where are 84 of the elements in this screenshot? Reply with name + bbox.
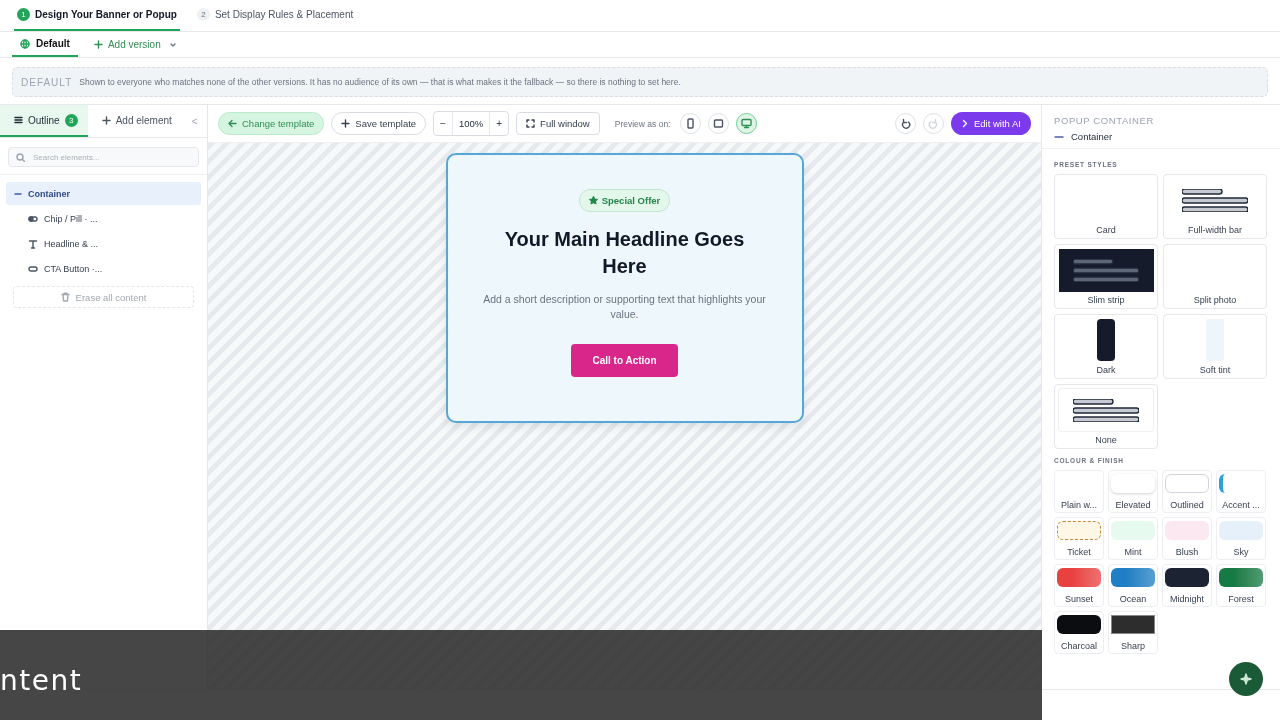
sparkle-icon	[1240, 673, 1252, 685]
device-button[interactable]	[736, 113, 758, 134]
preset-card[interactable]: Dark	[1054, 314, 1158, 379]
dash-icon	[1054, 134, 1064, 139]
expand-icon	[526, 119, 536, 128]
trash-icon	[60, 292, 70, 302]
device-button[interactable]	[708, 113, 730, 134]
finish-option[interactable]: Accent ...	[1216, 470, 1266, 513]
chevron-icon	[961, 119, 969, 128]
tablet-icon	[713, 118, 725, 129]
cta-button[interactable]: Call to Action	[571, 344, 678, 377]
add-version-button[interactable]: Add version	[93, 32, 177, 57]
text-icon	[28, 238, 38, 249]
redo-icon	[928, 118, 939, 129]
plus-icon	[93, 40, 103, 49]
popup-headline: Your Main Headline Goes Here	[503, 227, 746, 279]
finish-option[interactable]: Mint	[1108, 517, 1158, 560]
tree-item[interactable]: Container	[6, 182, 201, 205]
panel-title: POPUP CONTAINER	[1054, 115, 1155, 126]
preview-label: Preview as on:	[614, 118, 671, 129]
pill-icon	[28, 214, 38, 223]
popup-description: Add a short description or supporting text that highlights your value.	[482, 292, 767, 322]
dark-preview	[1097, 319, 1115, 361]
star-icon	[588, 196, 598, 205]
swatch	[1111, 474, 1155, 493]
preset-card[interactable]: Soft tint	[1163, 314, 1267, 379]
panel-tab[interactable]: Add element	[87, 105, 182, 137]
lines-icon	[1182, 188, 1248, 212]
tree-item[interactable]: CTA Button ·...	[6, 257, 201, 280]
search-field[interactable]: Search elements...	[8, 147, 199, 167]
caption-text: ntent	[0, 664, 83, 697]
offer-chip[interactable]: Special Offer	[578, 189, 671, 212]
info-text: Shown to everyone who matches none of the other versions. It has no audience of its own — that is what makes it the fallback — so there is nothing to set here.	[79, 77, 681, 87]
list-icon	[14, 116, 23, 124]
version-tab[interactable]: Default	[12, 32, 78, 57]
undo-button[interactable]	[895, 113, 916, 134]
step-tab[interactable]: 2 Set Display Rules & Placement	[193, 0, 357, 31]
phone-icon	[685, 118, 697, 129]
finish-option[interactable]: Sky	[1216, 517, 1266, 560]
finish-option[interactable]: Sunset	[1054, 564, 1104, 607]
tree-item[interactable]: Headline & ...	[6, 232, 201, 255]
undo-icon	[900, 118, 911, 129]
save-template-button[interactable]: Save template	[331, 112, 427, 135]
finish-option[interactable]: Elevated	[1108, 470, 1158, 513]
finish-option[interactable]: Midnight	[1162, 564, 1212, 607]
plus-icon	[101, 115, 111, 125]
button-icon	[28, 264, 38, 273]
finish-option[interactable]: Forest	[1216, 564, 1266, 607]
info-label: DEFAULT	[21, 76, 73, 88]
change-template-button[interactable]: Change template	[218, 112, 325, 135]
element-name: Container	[1071, 131, 1113, 142]
finish-option[interactable]: Ocean	[1108, 564, 1158, 607]
finish-option[interactable]: Charcoal	[1054, 611, 1104, 654]
preset-card[interactable]: Split photo	[1163, 244, 1267, 309]
zoom-out-button[interactable]: −	[434, 112, 452, 135]
lines-icon	[1073, 398, 1139, 422]
swatch	[1165, 474, 1209, 493]
lines-icon	[1073, 258, 1139, 282]
monitor-icon	[741, 118, 753, 129]
step-number: 1	[17, 8, 30, 21]
edit-with-ai-button[interactable]: Edit with AI	[951, 112, 1031, 135]
step-number: 2	[196, 8, 210, 21]
finish-option[interactable]: Ticket	[1054, 517, 1104, 560]
plus-icon	[341, 119, 351, 128]
globe-icon	[20, 38, 30, 49]
sparkle-button[interactable]	[1229, 662, 1263, 696]
preset-card[interactable]: Card	[1054, 174, 1158, 239]
search-icon	[16, 153, 25, 162]
step-tab[interactable]: 1 Design Your Banner or Popup	[14, 0, 180, 31]
finish-option[interactable]: Blush	[1162, 517, 1212, 560]
zoom-in-button[interactable]: +	[490, 112, 509, 135]
preset-card[interactable]: None	[1054, 384, 1158, 449]
tree-item[interactable]: Chip / Pill · ...	[6, 207, 201, 230]
finish-option[interactable]: Plain w...	[1054, 470, 1104, 513]
panel-tab[interactable]: Outline 3	[0, 105, 88, 137]
count-badge: 3	[64, 113, 78, 127]
device-button[interactable]	[680, 113, 702, 134]
finish-option[interactable]: Sharp	[1108, 611, 1158, 654]
finish-option[interactable]: Outlined	[1162, 470, 1212, 513]
arrow-left-icon	[228, 119, 237, 128]
preset-card[interactable]: Full-width bar	[1163, 174, 1267, 239]
preset-card[interactable]: Slim strip	[1054, 244, 1158, 309]
zoom-level: 100%	[451, 112, 491, 135]
full-window-button[interactable]: Full window	[516, 112, 600, 135]
